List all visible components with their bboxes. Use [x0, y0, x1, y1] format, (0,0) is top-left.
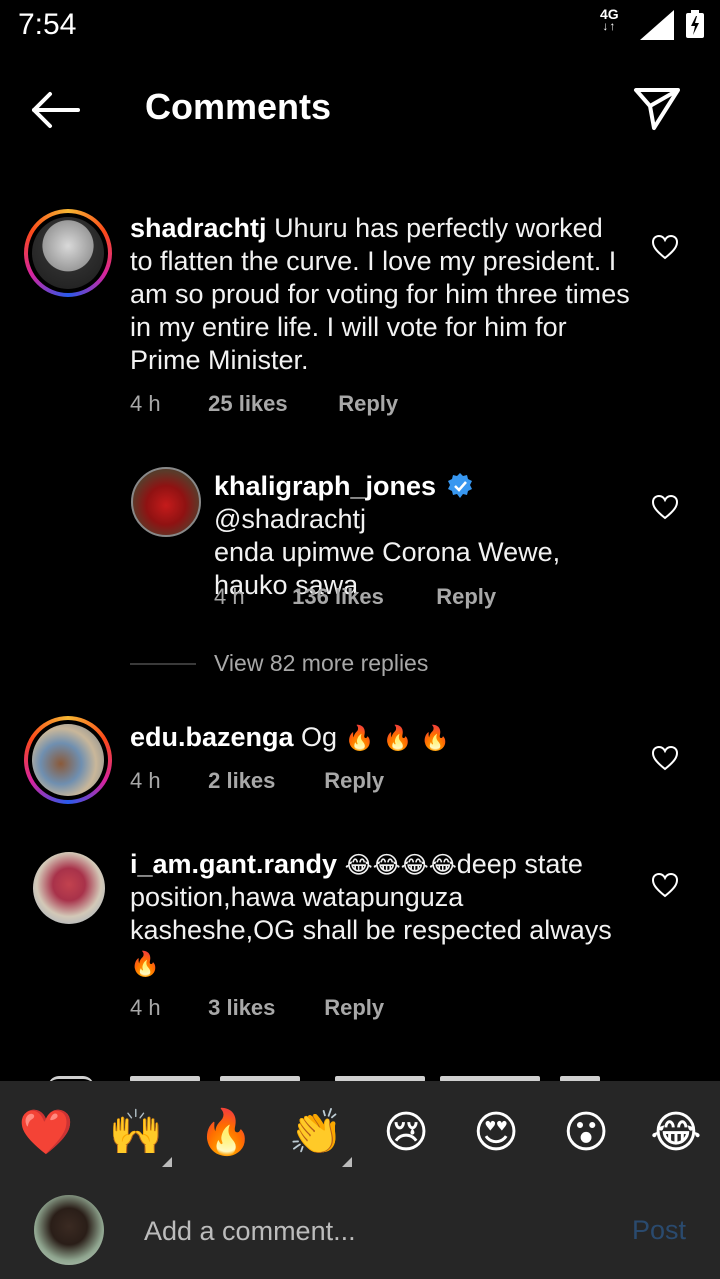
heart-icon[interactable]	[651, 872, 679, 898]
comment-time: 4 h	[130, 768, 161, 793]
status-bar: 7:54 4G ↓↑	[0, 0, 720, 54]
emoji-crying-button[interactable]: 😢	[376, 1103, 436, 1163]
comment-time: 4 h	[130, 995, 161, 1020]
comment-likes[interactable]: 3 likes	[208, 995, 318, 1021]
comment-mention[interactable]: @shadrachtj	[214, 504, 366, 534]
comment-likes[interactable]: 2 likes	[208, 768, 318, 794]
post-button[interactable]: Post	[632, 1215, 686, 1246]
comment-emoji: 🔥🔥🔥	[344, 724, 459, 752]
network-indicator: 4G ↓↑	[600, 7, 619, 33]
heart-icon[interactable]	[651, 494, 679, 520]
emoji-raised-hands-button[interactable]: 🙌	[106, 1103, 172, 1167]
comment-time: 4 h	[130, 391, 161, 416]
emoji-heart-eyes-button[interactable]: 😍	[466, 1103, 526, 1163]
comment-text-khaligraph-jones: khaligraph_jones @shadrachtj enda upimwe…	[214, 470, 634, 602]
view-more-replies-label[interactable]: View 82 more replies	[214, 650, 428, 677]
comment-username[interactable]: khaligraph_jones	[214, 471, 436, 501]
heart-icon[interactable]	[651, 234, 679, 260]
reply-button[interactable]: Reply	[324, 768, 384, 794]
emoji-raised-hands-glyph: 🙌	[108, 1108, 164, 1157]
divider	[130, 663, 196, 665]
emoji-fire-button[interactable]: 🔥	[196, 1103, 256, 1163]
comment-meta: 4 h 2 likes Reply	[130, 768, 384, 794]
comment-username[interactable]: shadrachtj	[130, 213, 267, 243]
network-arrows: ↓↑	[602, 19, 617, 33]
comment-username[interactable]: edu.bazenga	[130, 722, 294, 752]
comment-input[interactable]	[144, 1211, 594, 1251]
emoji-clap-button[interactable]: 👏	[286, 1103, 352, 1167]
status-time: 7:54	[18, 8, 77, 41]
verified-badge-icon	[447, 473, 472, 498]
heart-icon[interactable]	[651, 745, 679, 771]
avatar-shadrachtj[interactable]	[24, 209, 112, 297]
emoji-heart-button[interactable]: ❤️	[16, 1103, 76, 1163]
skin-tone-indicator	[342, 1157, 352, 1167]
page-title: Comments	[145, 86, 332, 127]
direct-share-icon[interactable]	[632, 86, 682, 132]
comment-likes[interactable]: 25 likes	[208, 391, 332, 417]
header: Comments	[0, 54, 720, 164]
my-avatar	[34, 1195, 104, 1265]
comment-text-edu-bazenga: edu.bazenga Og 🔥🔥🔥	[130, 721, 630, 754]
signal-icon	[640, 10, 674, 40]
comment-text-i-am-gant-randy: i_am.gant.randy 😂😂😂😂deep state position,…	[130, 848, 630, 980]
comment-meta: 4 h 25 likes Reply	[130, 391, 398, 417]
avatar-edu-bazenga[interactable]	[24, 716, 112, 804]
comment-likes[interactable]: 136 likes	[292, 584, 430, 610]
comment-text-shadrachtj: shadrachtj Uhuru has perfectly worked to…	[130, 212, 630, 377]
comment-username[interactable]: i_am.gant.randy	[130, 849, 337, 879]
avatar-khaligraph-jones[interactable]	[131, 467, 201, 537]
comment-meta: 4 h 3 likes Reply	[130, 995, 384, 1021]
comment-emoji: 😂😂😂😂	[344, 851, 457, 879]
reply-button[interactable]: Reply	[324, 995, 384, 1021]
quick-emoji-bar: ❤️ 🙌 🔥 👏 😢 😍 😮 😂	[0, 1103, 720, 1167]
comment-composer: ❤️ 🙌 🔥 👏 😢 😍 😮 😂 Post	[0, 1081, 720, 1279]
comment-time: 4 h	[214, 584, 245, 609]
emoji-clap-glyph: 👏	[288, 1108, 344, 1157]
battery-charging-icon	[686, 10, 704, 38]
comment-input-row: Post	[0, 1191, 720, 1271]
comment-body: Og	[301, 722, 338, 752]
reply-button[interactable]: Reply	[436, 584, 496, 610]
skin-tone-indicator	[162, 1157, 172, 1167]
comment-emoji: 🔥	[130, 950, 160, 978]
reply-button[interactable]: Reply	[338, 391, 398, 417]
emoji-wow-button[interactable]: 😮	[556, 1103, 616, 1163]
emoji-laughing-button[interactable]: 😂	[646, 1103, 706, 1163]
comment-meta: 4 h 136 likes Reply	[214, 584, 496, 610]
avatar-i-am-gant-randy[interactable]	[33, 852, 105, 924]
back-arrow-icon[interactable]	[28, 88, 84, 132]
